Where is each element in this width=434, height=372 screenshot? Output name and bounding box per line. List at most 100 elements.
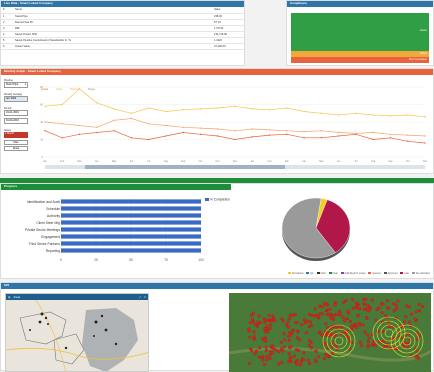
gis-marker [392, 302, 395, 305]
pie-legend-item[interactable]: Draft [317, 273, 326, 275]
pie-legend-item[interactable]: Submitted for review [341, 273, 366, 275]
series-point [148, 139, 149, 140]
gis-marker [349, 340, 352, 343]
filter-button[interactable]: Filter [4, 140, 28, 145]
gis-marker [410, 313, 413, 316]
pie-legend-item[interactable]: Approved [384, 273, 398, 275]
pipeline-select-value: Stand Pipe [6, 83, 18, 87]
gis-marker [291, 329, 294, 332]
pie-legend-item[interactable]: Re-submitted [412, 273, 430, 275]
gis-marker [290, 345, 293, 348]
gis-map[interactable] [229, 293, 431, 372]
progress-bar [61, 241, 201, 245]
progress-panel: Progress 0255075100Identification and Au… [0, 183, 434, 279]
gis-marker [354, 323, 357, 326]
series-point [79, 125, 80, 126]
series-point [390, 115, 391, 116]
x-tick-label: Dec [233, 161, 238, 163]
gis-marker [323, 302, 326, 305]
pie-legend-label: Approved [388, 273, 398, 275]
areas-map[interactable]: ▤ Areas ⤢ ✕ [5, 293, 149, 372]
gis-marker [302, 358, 305, 361]
compliance-green-bar: Green [291, 13, 429, 51]
gis-marker [303, 318, 306, 321]
series-point [321, 130, 322, 131]
gis-marker [329, 308, 332, 311]
gis-marker [308, 362, 311, 365]
gis-marker [258, 315, 261, 318]
gis-marker [295, 363, 298, 366]
gis-marker [406, 345, 409, 348]
series-point [96, 127, 97, 128]
gis-marker [330, 333, 333, 336]
gis-marker [308, 344, 311, 347]
y-tick-label: 0 [42, 156, 44, 159]
gis-marker [331, 352, 334, 355]
gis-marker [318, 331, 321, 334]
series-point [372, 114, 373, 115]
series-point [217, 107, 218, 108]
legend-swatch [288, 272, 291, 274]
gis-marker [261, 356, 264, 359]
gis-marker [363, 308, 366, 311]
gis-marker [248, 336, 251, 339]
series-point [200, 108, 201, 109]
gis-marker [263, 363, 266, 366]
gis-marker [317, 315, 320, 318]
progress-bar [61, 248, 201, 252]
gis-marker [254, 323, 257, 326]
average-select[interactable]: Apr 2020 [4, 96, 28, 102]
gis-marker [360, 344, 363, 347]
pie-legend-item[interactable]: Queried [368, 273, 380, 275]
gis-marker [269, 357, 272, 360]
gis-marker [365, 298, 368, 301]
gis-marker [371, 299, 374, 302]
gis-marker [300, 323, 303, 326]
compliance-red-label: Red / Incomplete [409, 58, 427, 61]
series-point [303, 131, 304, 132]
gis-marker [288, 317, 291, 320]
series-point [303, 137, 304, 138]
gis-marker [252, 312, 255, 315]
progress-bar [61, 234, 201, 238]
gis-marker [387, 325, 390, 328]
x-tick-label: 100 [198, 258, 204, 262]
row-name: Instant Value [13, 43, 212, 49]
gis-marker [288, 331, 291, 334]
gis-marker [421, 305, 424, 308]
series-point [372, 139, 373, 140]
gis-marker [366, 333, 369, 336]
layers-icon[interactable]: ▤ [8, 296, 10, 299]
table-row[interactable]: 6Instant Value37,206.00 [1, 43, 244, 49]
pie-legend-item[interactable]: Not started [288, 273, 303, 275]
reset-button[interactable]: Reset [4, 146, 28, 151]
close-icon[interactable]: ✕ [144, 296, 146, 299]
pie-legend-item[interactable]: QA [306, 273, 313, 275]
pie-legend-item[interactable]: Final [329, 273, 338, 275]
progress-header: Progress [1, 184, 231, 190]
pie-legend-label: QA [310, 273, 313, 275]
gis-marker [334, 304, 337, 307]
pie-legend-item[interactable]: Late [400, 273, 408, 275]
series-point [44, 121, 45, 122]
gis-marker [418, 303, 421, 306]
start-date-input[interactable]: 01-01-2019 [4, 110, 28, 116]
legend-swatch [205, 198, 209, 201]
series-point [62, 137, 63, 138]
mode-button[interactable]: 1 Month [4, 132, 28, 138]
live-data-table: # Name Value 1Stand Pipe238.002Flamed Ga… [1, 7, 244, 50]
category-label: Authority [47, 214, 60, 218]
pipeline-select[interactable]: Stand Pipe▾ [4, 82, 28, 88]
x-tick-label: Sep [181, 161, 186, 163]
gis-marker [395, 307, 398, 310]
gis-marker [386, 299, 389, 302]
legend-swatch [341, 272, 344, 274]
series-point [269, 129, 270, 130]
expand-icon[interactable]: ⤢ [139, 296, 141, 299]
gis-marker [310, 341, 313, 344]
areas-map-canvas [6, 300, 149, 372]
gis-marker [264, 319, 267, 322]
end-date-input[interactable]: 01-04-2019 [4, 118, 28, 124]
gis-marker [349, 320, 352, 323]
gis-marker [352, 307, 355, 310]
